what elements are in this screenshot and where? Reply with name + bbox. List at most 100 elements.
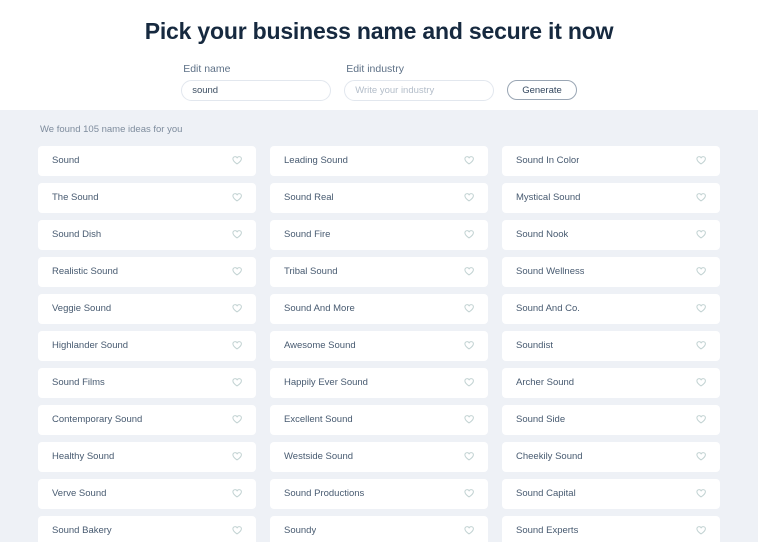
name-idea-label: Highlander Sound (52, 340, 129, 351)
heart-outline-icon[interactable] (695, 266, 707, 278)
name-idea-card[interactable]: Tribal Sound (270, 257, 488, 287)
heart-outline-icon[interactable] (231, 192, 243, 204)
heart-outline-icon[interactable] (695, 303, 707, 315)
heart-outline-icon[interactable] (463, 303, 475, 315)
heart-outline-icon[interactable] (695, 451, 707, 463)
heart-outline-icon[interactable] (231, 525, 243, 537)
heart-outline-icon[interactable] (695, 192, 707, 204)
name-idea-label: Sound Bakery (52, 525, 112, 536)
name-idea-card[interactable]: Healthy Sound (38, 442, 256, 472)
name-idea-label: Realistic Sound (52, 266, 119, 277)
heart-outline-icon[interactable] (463, 340, 475, 352)
name-idea-card[interactable]: Sound Wellness (502, 257, 720, 287)
name-idea-card[interactable]: Sound Experts (502, 516, 720, 542)
name-idea-card[interactable]: Westside Sound (270, 442, 488, 472)
name-idea-card[interactable]: Sound Bakery (38, 516, 256, 542)
name-idea-card[interactable]: Happily Ever Sound (270, 368, 488, 398)
name-idea-card[interactable]: Sound Real (270, 183, 488, 213)
name-idea-card[interactable]: Sound In Color (502, 146, 720, 176)
heart-outline-icon[interactable] (463, 377, 475, 389)
name-idea-card[interactable]: Archer Sound (502, 368, 720, 398)
industry-field-group: Edit industry (344, 63, 495, 101)
name-idea-card[interactable]: Cheekily Sound (502, 442, 720, 472)
heart-outline-icon[interactable] (231, 414, 243, 426)
name-idea-card[interactable]: Sound Productions (270, 479, 488, 509)
name-idea-label: Sound And Co. (516, 303, 580, 314)
name-idea-label: Westside Sound (284, 451, 354, 462)
heart-outline-icon[interactable] (695, 340, 707, 352)
name-idea-label: Awesome Sound (284, 340, 356, 351)
name-idea-card[interactable]: Highlander Sound (38, 331, 256, 361)
name-idea-card[interactable]: Sound And Co. (502, 294, 720, 324)
name-idea-label: Sound Productions (284, 488, 365, 499)
name-idea-card[interactable]: Leading Sound (270, 146, 488, 176)
heart-outline-icon[interactable] (463, 266, 475, 278)
name-idea-label: Sound Side (516, 414, 566, 425)
heart-outline-icon[interactable] (695, 525, 707, 537)
name-idea-card[interactable]: The Sound (38, 183, 256, 213)
name-idea-label: Sound In Color (516, 155, 580, 166)
heart-outline-icon[interactable] (695, 488, 707, 500)
heart-outline-icon[interactable] (231, 377, 243, 389)
name-idea-card[interactable]: Mystical Sound (502, 183, 720, 213)
name-idea-card[interactable]: Excellent Sound (270, 405, 488, 435)
name-idea-label: Sound Dish (52, 229, 102, 240)
name-ideas-grid: Sound Leading Sound Sound In Color The Soun… (38, 146, 720, 542)
heart-outline-icon[interactable] (231, 488, 243, 500)
name-idea-label: Cheekily Sound (516, 451, 583, 462)
name-idea-label: Tribal Sound (284, 266, 338, 277)
name-idea-card[interactable]: Soundy (270, 516, 488, 542)
heart-outline-icon[interactable] (231, 155, 243, 167)
heart-outline-icon[interactable] (463, 414, 475, 426)
name-idea-card[interactable]: Awesome Sound (270, 331, 488, 361)
heart-outline-icon[interactable] (231, 303, 243, 315)
heart-outline-icon[interactable] (231, 266, 243, 278)
name-idea-card[interactable]: Sound Side (502, 405, 720, 435)
name-idea-card[interactable]: Veggie Sound (38, 294, 256, 324)
heart-outline-icon[interactable] (463, 229, 475, 241)
heart-outline-icon[interactable] (463, 155, 475, 167)
search-form: Edit name Edit industry Generate (0, 63, 758, 101)
name-idea-label: Sound Films (52, 377, 105, 388)
name-field-group: Edit name (181, 63, 332, 101)
heart-outline-icon[interactable] (695, 229, 707, 241)
heart-outline-icon[interactable] (231, 340, 243, 352)
header-section: Pick your business name and secure it no… (0, 0, 758, 110)
industry-field-label: Edit industry (346, 63, 404, 75)
generate-button[interactable]: Generate (507, 80, 577, 100)
name-idea-label: Soundist (516, 340, 553, 351)
name-idea-label: Excellent Sound (284, 414, 353, 425)
name-idea-label: Sound (52, 155, 80, 166)
name-idea-card[interactable]: Sound (38, 146, 256, 176)
name-idea-label: Mystical Sound (516, 192, 581, 203)
name-idea-card[interactable]: Verve Sound (38, 479, 256, 509)
name-idea-label: Archer Sound (516, 377, 575, 388)
name-idea-card[interactable]: Contemporary Sound (38, 405, 256, 435)
name-idea-card[interactable]: Realistic Sound (38, 257, 256, 287)
heart-outline-icon[interactable] (695, 377, 707, 389)
name-idea-card[interactable]: Sound Films (38, 368, 256, 398)
name-idea-label: Healthy Sound (52, 451, 115, 462)
name-idea-label: Happily Ever Sound (284, 377, 368, 388)
heart-outline-icon[interactable] (695, 414, 707, 426)
business-name-input[interactable] (181, 80, 332, 101)
name-idea-label: Veggie Sound (52, 303, 112, 314)
name-idea-card[interactable]: Sound Dish (38, 220, 256, 250)
heart-outline-icon[interactable] (463, 192, 475, 204)
heart-outline-icon[interactable] (463, 451, 475, 463)
name-idea-card[interactable]: Soundist (502, 331, 720, 361)
name-idea-card[interactable]: Sound Nook (502, 220, 720, 250)
heart-outline-icon[interactable] (231, 451, 243, 463)
name-idea-label: The Sound (52, 192, 99, 203)
heart-outline-icon[interactable] (695, 155, 707, 167)
name-idea-label: Verve Sound (52, 488, 107, 499)
name-idea-card[interactable]: Sound Fire (270, 220, 488, 250)
heart-outline-icon[interactable] (231, 229, 243, 241)
results-count-text: We found 105 name ideas for you (40, 124, 183, 135)
name-idea-card[interactable]: Sound Capital (502, 479, 720, 509)
heart-outline-icon[interactable] (463, 525, 475, 537)
name-idea-card[interactable]: Sound And More (270, 294, 488, 324)
heart-outline-icon[interactable] (463, 488, 475, 500)
name-idea-label: Sound Real (284, 192, 334, 203)
industry-input[interactable] (344, 80, 495, 101)
